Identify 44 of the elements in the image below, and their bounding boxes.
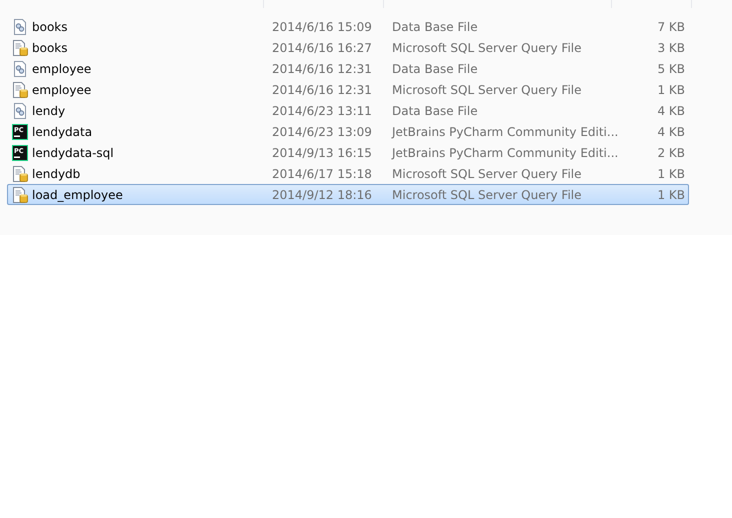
document-database-icon	[12, 166, 28, 182]
selected-file-row[interactable]: load_employee 2014/9/12 18:16 Microsoft SQL Server Query File 1 KB	[7, 184, 689, 205]
file-name[interactable]: books	[32, 20, 68, 34]
file-size: 3 KB	[657, 40, 685, 54]
document-icon	[12, 60, 28, 76]
document-database-icon	[12, 186, 28, 202]
date-modified: 2014/9/13 16:15	[272, 146, 372, 160]
date-modified: 2014/9/12 18:16	[272, 188, 372, 202]
file-size: 5 KB	[657, 62, 685, 76]
file-type: Microsoft SQL Server Query File	[392, 82, 582, 96]
document-icon	[12, 18, 28, 34]
file-name[interactable]: lendydata-sql	[32, 146, 114, 160]
file-size: 7 KB	[657, 20, 685, 34]
file-size: 1 KB	[657, 82, 685, 96]
file-type: JetBrains PyCharm Community Editi...	[392, 146, 618, 160]
document-database-icon	[12, 82, 28, 98]
file-name[interactable]: employee	[32, 82, 92, 96]
file-size: 1 KB	[657, 166, 685, 180]
date-modified: 2014/6/16 16:27	[272, 40, 372, 54]
file-name[interactable]: employee	[32, 62, 92, 76]
file-type: Microsoft SQL Server Query File	[392, 166, 582, 180]
file-type: Data Base File	[392, 20, 478, 34]
date-modified: 2014/6/17 15:18	[272, 166, 372, 180]
date-modified: 2014/6/23 13:09	[272, 124, 372, 138]
file-size: 1 KB	[657, 188, 685, 202]
file-type: Microsoft SQL Server Query File	[392, 188, 582, 202]
file-size: 4 KB	[657, 104, 685, 118]
file-size: 2 KB	[657, 146, 685, 160]
document-icon	[12, 102, 28, 118]
file-name[interactable]: books	[32, 40, 68, 54]
date-modified: 2014/6/16 12:31	[272, 82, 372, 96]
file-name[interactable]: lendy	[32, 104, 66, 118]
file-type: JetBrains PyCharm Community Editi...	[392, 124, 618, 138]
file-size: 4 KB	[657, 124, 685, 138]
file-name[interactable]: lendydb	[32, 166, 80, 180]
file-type: Microsoft SQL Server Query File	[392, 40, 582, 54]
file-name[interactable]: load_employee	[32, 188, 123, 202]
date-modified: 2014/6/16 12:31	[272, 62, 372, 76]
file-name[interactable]: lendydata	[32, 124, 92, 138]
date-modified: 2014/6/23 13:11	[272, 104, 372, 118]
file-type: Data Base File	[392, 104, 478, 118]
file-type: Data Base File	[392, 62, 478, 76]
document-database-icon	[12, 40, 28, 56]
date-modified: 2014/6/16 15:09	[272, 20, 372, 34]
